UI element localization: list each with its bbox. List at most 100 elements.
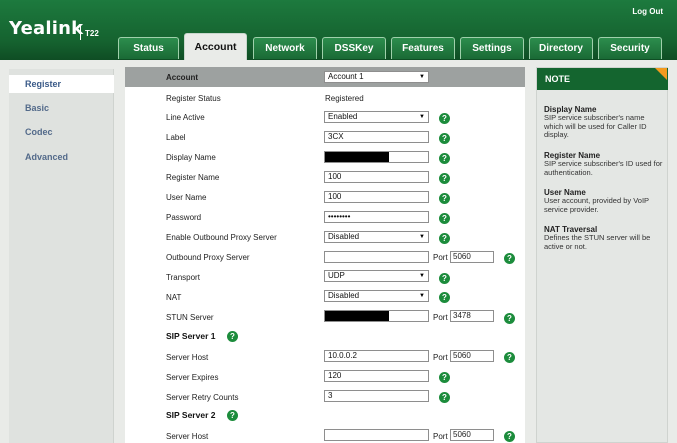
help-icon[interactable]: ? <box>439 233 450 244</box>
outbound-proxy-port-field[interactable]: 5060 <box>450 251 494 263</box>
logout-link[interactable]: Log Out <box>632 7 663 16</box>
sip1-expires-field[interactable]: 120 <box>324 370 429 382</box>
register-name-field[interactable]: 100 <box>324 171 429 183</box>
sip2-host-label: Server Host <box>166 432 209 441</box>
user-name-label: User Name <box>166 193 207 202</box>
line-active-select[interactable]: Enabled ▼ <box>324 111 429 123</box>
tab-directory[interactable]: Directory <box>529 37 593 59</box>
note-entry: Register Name SIP service subscriber's I… <box>544 151 664 177</box>
help-icon[interactable]: ? <box>504 313 515 324</box>
tab-settings[interactable]: Settings <box>460 37 524 59</box>
note-entry: NAT Traversal Defines the STUN server wi… <box>544 225 664 251</box>
sip1-host-field[interactable]: 10.0.0.2 <box>324 350 429 362</box>
account-form: Account Account 1 ▼ Register Status Regi… <box>125 67 525 443</box>
sip1-host-label: Server Host <box>166 353 209 362</box>
register-status-label: Register Status <box>166 94 221 103</box>
dropdown-arrow-icon: ▼ <box>419 234 425 240</box>
stun-server-field[interactable] <box>324 310 429 322</box>
stun-port-field[interactable]: 3478 <box>450 310 494 322</box>
outbound-proxy-enable-label: Enable Outbound Proxy Server <box>166 233 277 242</box>
outbound-proxy-label: Outbound Proxy Server <box>166 253 250 262</box>
transport-label: Transport <box>166 273 200 282</box>
model-label: T22 <box>85 29 99 38</box>
display-name-field[interactable] <box>324 151 429 163</box>
help-icon[interactable]: ? <box>439 372 450 383</box>
dropdown-arrow-icon: ▼ <box>419 273 425 279</box>
help-icon[interactable]: ? <box>439 273 450 284</box>
help-icon[interactable]: ? <box>439 193 450 204</box>
tab-security[interactable]: Security <box>598 37 662 59</box>
stun-server-label: STUN Server <box>166 313 214 322</box>
help-icon[interactable]: ? <box>439 292 450 303</box>
sip-server-1-heading: SIP Server 1 <box>166 331 216 341</box>
password-field[interactable]: •••••••• <box>324 211 429 223</box>
label-field[interactable]: 3CX <box>324 131 429 143</box>
tab-features[interactable]: Features <box>391 37 455 59</box>
dropdown-arrow-icon: ▼ <box>419 293 425 299</box>
nat-value: Disabled <box>328 291 360 300</box>
note-entry: User Name User account, provided by VoIP… <box>544 188 664 214</box>
help-icon[interactable]: ? <box>504 352 515 363</box>
password-label: Password <box>166 213 202 222</box>
port-label: Port <box>433 353 448 362</box>
dropdown-arrow-icon: ▼ <box>419 74 425 80</box>
sip-server-2-heading: SIP Server 2 <box>166 410 216 420</box>
outbound-proxy-enable-select[interactable]: Disabled ▼ <box>324 231 429 243</box>
note-entry-text: Defines the STUN server will be active o… <box>544 233 651 251</box>
help-icon[interactable]: ? <box>439 392 450 403</box>
help-icon[interactable]: ? <box>227 331 238 342</box>
help-icon[interactable]: ? <box>504 431 515 442</box>
sip2-host-field[interactable] <box>324 429 429 441</box>
nat-label: NAT <box>166 293 182 302</box>
label-label: Label <box>166 133 186 142</box>
tab-account[interactable]: Account <box>184 33 247 60</box>
transport-select[interactable]: UDP ▼ <box>324 270 429 282</box>
sip1-retry-label: Server Retry Counts <box>166 393 239 402</box>
transport-value: UDP <box>328 271 345 280</box>
sidebar-item-basic[interactable]: Basic <box>9 99 114 117</box>
tab-dsskey[interactable]: DSSKey <box>322 37 386 59</box>
port-label: Port <box>433 432 448 441</box>
tab-status[interactable]: Status <box>118 37 179 59</box>
outbound-proxy-field[interactable] <box>324 251 429 263</box>
sidebar-item-register[interactable]: Register <box>9 75 114 93</box>
sip2-port-field[interactable]: 5060 <box>450 429 494 441</box>
note-entry-text: User account, provided by VoIP service p… <box>544 196 649 214</box>
help-icon[interactable]: ? <box>439 113 450 124</box>
line-active-value: Enabled <box>328 112 358 121</box>
note-panel: NOTE Display Name SIP service subscriber… <box>536 67 668 443</box>
logo-divider <box>80 24 81 40</box>
user-name-field[interactable]: 100 <box>324 191 429 203</box>
help-icon[interactable]: ? <box>439 133 450 144</box>
sidebar: Register Basic Codec Advanced <box>9 69 114 443</box>
register-status-value: Registered <box>325 94 364 103</box>
tab-network[interactable]: Network <box>253 37 317 59</box>
help-icon[interactable]: ? <box>504 253 515 264</box>
account-select-value: Account 1 <box>328 72 364 81</box>
display-name-label: Display Name <box>166 153 216 162</box>
note-entry: Display Name SIP service subscriber's na… <box>544 105 664 140</box>
help-icon[interactable]: ? <box>439 173 450 184</box>
account-label: Account <box>166 73 198 82</box>
note-corner-flag <box>655 68 667 80</box>
port-label: Port <box>433 253 448 262</box>
sip1-port-field[interactable]: 5060 <box>450 350 494 362</box>
help-icon[interactable]: ? <box>227 410 238 421</box>
brand-logo: Yealink <box>9 18 84 39</box>
sip1-retry-field[interactable]: 3 <box>324 390 429 402</box>
note-title: NOTE <box>537 68 668 90</box>
note-entry-text: SIP service subscriber's name which will… <box>544 113 647 139</box>
top-header: Yealink T22 Log Out Status Account Netwo… <box>0 0 677 60</box>
nat-select[interactable]: Disabled ▼ <box>324 290 429 302</box>
register-name-label: Register Name <box>166 173 220 182</box>
help-icon[interactable]: ? <box>439 153 450 164</box>
outbound-proxy-enable-value: Disabled <box>328 232 360 241</box>
dropdown-arrow-icon: ▼ <box>419 114 425 120</box>
sidebar-item-advanced[interactable]: Advanced <box>9 148 114 166</box>
help-icon[interactable]: ? <box>439 213 450 224</box>
sidebar-item-codec[interactable]: Codec <box>9 123 114 141</box>
sip1-expires-label: Server Expires <box>166 373 219 382</box>
account-select[interactable]: Account 1 ▼ <box>324 71 429 83</box>
note-entry-text: SIP service subscriber's ID used for aut… <box>544 159 663 177</box>
port-label: Port <box>433 313 448 322</box>
